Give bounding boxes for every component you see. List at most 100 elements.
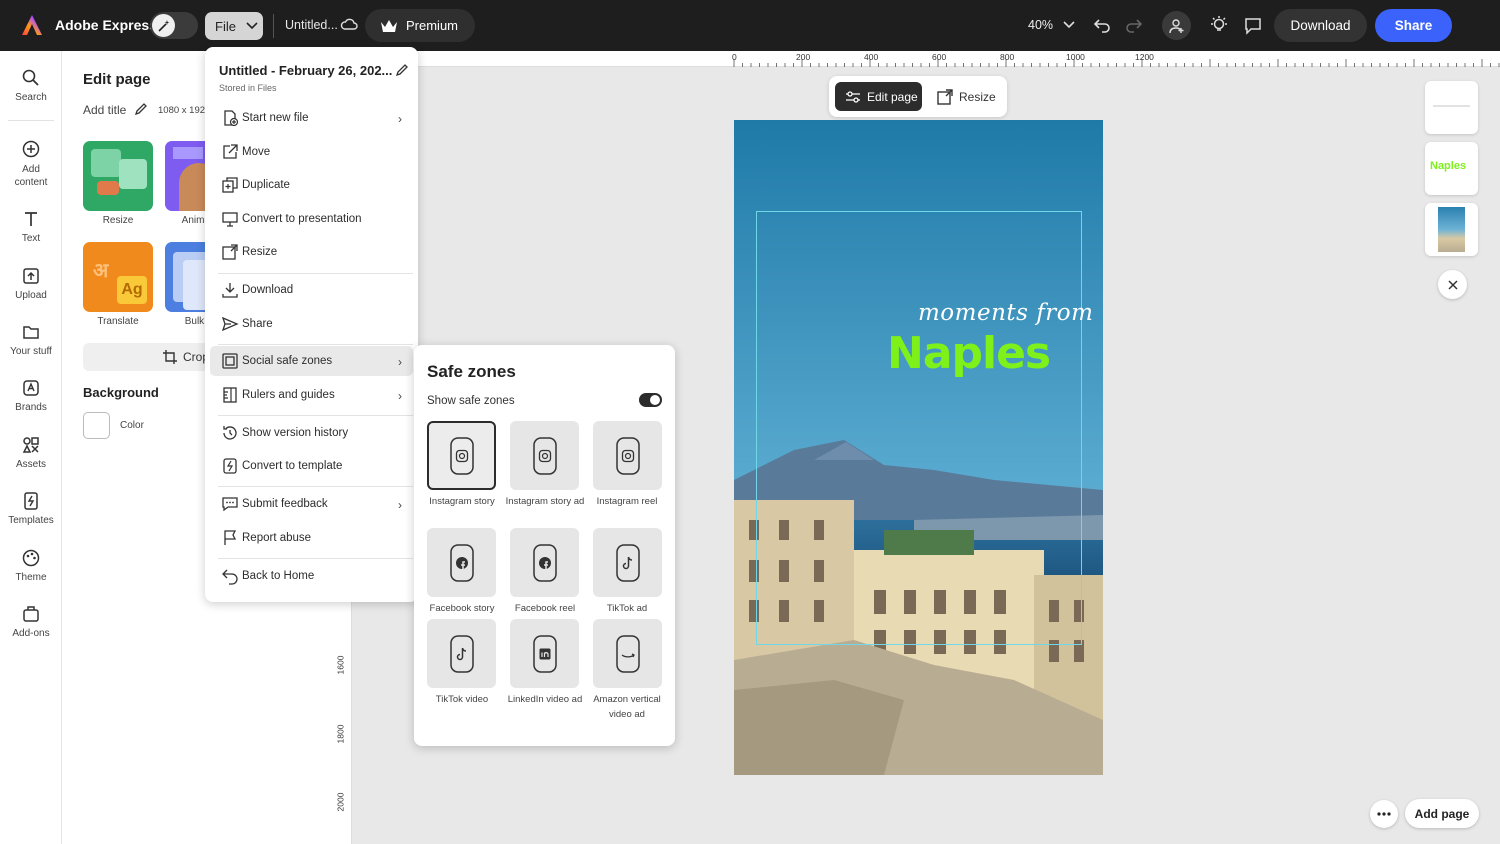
close-thumbnails-button[interactable] xyxy=(1438,270,1467,299)
safe-zone-option-tiktok-ad[interactable] xyxy=(593,528,662,597)
folder-icon xyxy=(23,326,39,339)
safe-zone-option-tiktok-video[interactable] xyxy=(427,619,496,688)
menu-item-label: Resize xyxy=(242,246,278,258)
more-options-button[interactable] xyxy=(1370,800,1398,828)
resize-button[interactable]: Resize xyxy=(937,82,996,111)
menu-item-report-abuse[interactable]: Report abuse xyxy=(210,523,413,553)
page-thumbnail-2[interactable]: Naples xyxy=(1425,142,1478,195)
rail-item-add-content[interactable]: Add content xyxy=(0,139,62,189)
menu-item-resize[interactable]: Resize xyxy=(210,237,413,267)
headline-main-text[interactable]: Naples xyxy=(887,328,1051,379)
page-thumbnail-3[interactable] xyxy=(1425,203,1478,256)
add-page-button[interactable]: Add page xyxy=(1405,799,1479,828)
safe-zone-option-instagram-reel[interactable] xyxy=(593,421,662,490)
rail-item-label: Brands xyxy=(15,402,47,413)
safe-zone-option-facebook-reel[interactable] xyxy=(510,528,579,597)
show-safe-zones-toggle[interactable] xyxy=(639,393,662,407)
menu-item-show-version-history[interactable]: Show version history xyxy=(210,418,413,448)
ruler-icon xyxy=(223,387,237,403)
rail-item-text[interactable]: Text xyxy=(0,209,62,244)
safe-zone-option-instagram-story[interactable] xyxy=(427,421,496,490)
translate-tile[interactable]: अ Ag xyxy=(83,242,153,312)
thumbnail-art xyxy=(1433,105,1470,107)
safe-zone-option-facebook-story[interactable] xyxy=(427,528,496,597)
add-title-link[interactable]: Add title xyxy=(83,103,126,117)
redo-icon[interactable] xyxy=(1125,16,1143,34)
comment-icon[interactable] xyxy=(1243,16,1263,36)
download-button[interactable]: Download xyxy=(1274,9,1367,42)
rail-item-templates[interactable]: Templates xyxy=(0,491,62,526)
pencil-icon[interactable] xyxy=(134,102,148,116)
safe-zone-outline xyxy=(756,211,1082,645)
menu-item-label: Social safe zones xyxy=(242,355,333,367)
presentation-icon xyxy=(222,212,238,227)
menu-item-download[interactable]: Download xyxy=(210,275,413,305)
document-title[interactable]: Untitled... xyxy=(285,18,338,32)
headline-script-text[interactable]: moments from xyxy=(918,300,1093,326)
menu-item-start-new-file[interactable]: Start new file › xyxy=(210,103,413,133)
pencil-icon[interactable] xyxy=(395,63,409,77)
color-label: Color xyxy=(120,420,144,431)
edit-page-button[interactable]: Edit page xyxy=(835,82,922,111)
rail-item-theme[interactable]: Theme xyxy=(0,548,62,583)
addons-icon xyxy=(23,606,39,622)
safe-zone-label: TikTok video xyxy=(435,694,489,705)
divider xyxy=(218,344,413,345)
background-color-swatch[interactable] xyxy=(83,412,110,439)
rail-item-assets[interactable]: Assets xyxy=(0,435,62,470)
page-thumbnail-1[interactable] xyxy=(1425,81,1478,134)
menu-item-label: Rulers and guides xyxy=(242,389,335,401)
share-button[interactable]: Share xyxy=(1375,9,1452,42)
rail-item-add-ons[interactable]: Add-ons xyxy=(0,604,62,639)
resize-label: Resize xyxy=(959,89,996,104)
menu-item-back-to-home[interactable]: Back to Home xyxy=(210,561,413,591)
safe-zone-label: Instagram story ad xyxy=(505,496,585,507)
safe-zone-option-instagram-story-ad[interactable] xyxy=(510,421,579,490)
resize-icon xyxy=(937,88,953,105)
instagram-phone-icon xyxy=(449,436,474,475)
history-icon xyxy=(223,426,237,440)
premium-button[interactable]: Premium xyxy=(365,9,475,42)
ruler-vertical[interactable]: 1600 1800 2000 xyxy=(335,600,352,844)
safe-zone-option-amazon-vertical-video-ad[interactable] xyxy=(593,619,662,688)
rail-item-your-stuff[interactable]: Your stuff xyxy=(0,322,62,357)
menu-item-share[interactable]: Share xyxy=(210,309,413,339)
rail-item-upload[interactable]: Upload xyxy=(0,266,62,301)
safe-zone-label: LinkedIn video ad xyxy=(507,694,583,705)
file-menu-button[interactable]: File xyxy=(205,12,263,40)
rail-item-brands[interactable]: Brands xyxy=(0,378,62,413)
ruler-label: 400 xyxy=(864,52,879,62)
zoom-level[interactable]: 40% xyxy=(1028,18,1053,32)
menu-item-label: Duplicate xyxy=(242,179,290,191)
file-button-label: File xyxy=(215,18,236,34)
ruler-horizontal[interactable]: 0 200 400 600 800 1000 1200 xyxy=(352,51,1500,67)
safe-zone-option-linkedin-video-ad[interactable] xyxy=(510,619,579,688)
file-menu: Untitled - February 26, 202... Stored in… xyxy=(205,47,418,602)
menu-item-convert-to-template[interactable]: Convert to template xyxy=(210,451,413,481)
safe-zone-icon xyxy=(222,353,238,369)
menu-item-convert-to-presentation[interactable]: Convert to presentation xyxy=(210,204,413,234)
chevron-right-icon: › xyxy=(398,355,402,369)
lightbulb-icon[interactable] xyxy=(1209,15,1229,35)
chevron-down-icon[interactable] xyxy=(1062,18,1076,32)
menu-item-rulers-and-guides[interactable]: Rulers and guides › xyxy=(210,380,413,410)
adobe-express-logo-icon[interactable] xyxy=(20,13,44,37)
ruler-label: 200 xyxy=(796,52,811,62)
search-icon xyxy=(22,69,39,86)
menu-item-submit-feedback[interactable]: Submit feedback › xyxy=(210,489,413,519)
mode-toggle[interactable] xyxy=(150,12,198,39)
undo-icon[interactable] xyxy=(1093,16,1111,34)
linkedin-phone-icon xyxy=(532,634,557,673)
facebook-phone-icon xyxy=(532,543,557,582)
rail-item-search[interactable]: Search xyxy=(0,68,62,103)
menu-item-duplicate[interactable]: Duplicate xyxy=(210,170,413,200)
menu-item-move[interactable]: Move xyxy=(210,137,413,167)
top-bar: Adobe Express File Untitled... Premium 4… xyxy=(0,0,1500,51)
rail-item-label: Templates xyxy=(8,515,54,526)
menu-item-social-safe-zones[interactable]: Social safe zones › xyxy=(210,346,413,376)
resize-tile[interactable] xyxy=(83,141,153,211)
translate-glyph: अ xyxy=(93,260,109,282)
invite-collaborator-button[interactable] xyxy=(1162,11,1191,40)
back-icon xyxy=(222,569,238,585)
menu-item-label: Back to Home xyxy=(242,570,315,582)
